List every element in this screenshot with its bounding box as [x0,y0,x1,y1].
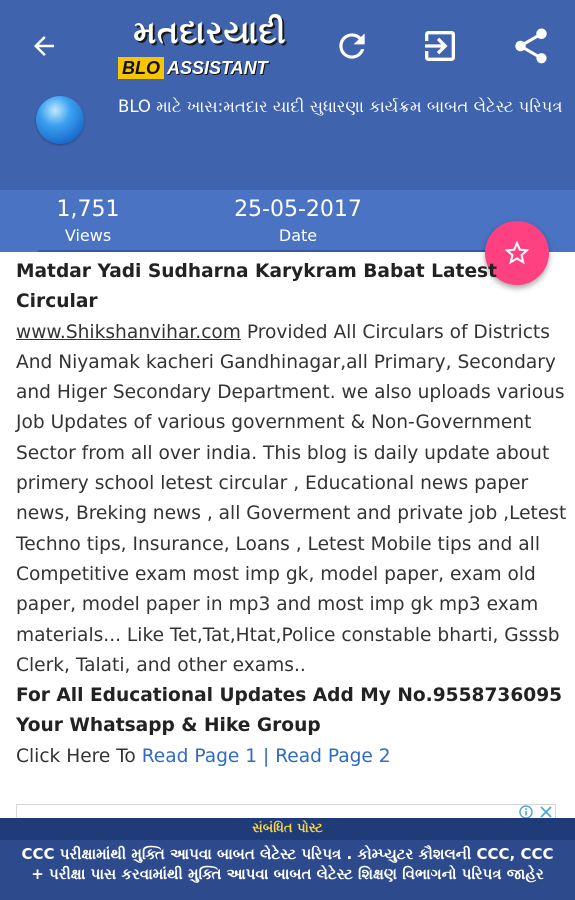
article-body: www.Shikshanvihar.com Provided All Circu… [16,318,568,682]
stats-divider [38,250,543,252]
ad-close-icon[interactable] [539,805,553,819]
exit-icon [425,31,455,61]
article-body-text: Provided All Circulars of Districts And … [16,321,567,676]
logo-assistant: ASSISTANT [167,57,268,78]
post-title: BLO માટે ખાસ:મતદાર યાદી સુધારણા કાર્યક્ર… [118,97,563,116]
share-button[interactable] [508,22,554,70]
back-button[interactable] [22,26,66,66]
link-separator: | [257,745,276,767]
refresh-button[interactable] [330,24,374,68]
post-bullet-icon [36,96,84,144]
article-content: Matdar Yadi Sudharna Karykram Babat Late… [16,257,568,772]
ad-info-icon[interactable] [519,805,533,819]
related-post-item[interactable]: CCC પરીક્ષામાંથી મુક્તિ આપવા બાબત લેટેસ્… [20,844,555,884]
views-count: 1,751 [56,197,120,222]
article-heading: Matdar Yadi Sudharna Karykram Babat Late… [16,261,498,313]
promo-text: For All Educational Updates Add My No.95… [16,685,563,737]
read-page-2-link[interactable]: Read Page 2 [275,746,390,767]
related-posts-header: સંબંધિત પોસ્ટ [0,818,575,840]
read-links: Click Here To Read Page 1 | Read Page 2 [16,742,568,772]
back-arrow-icon [34,36,54,56]
views-label: Views [64,226,112,245]
share-icon [515,28,547,64]
logo-title: મતદારયાદી [133,13,287,51]
click-prefix: Click Here To [16,745,142,767]
date-stat: 25-05-2017 Date [218,196,378,248]
date-value: 25-05-2017 [234,197,362,222]
exit-button[interactable] [416,24,464,68]
refresh-icon [339,33,365,59]
views-stat: 1,751 Views [36,196,140,248]
logo-subtitle: BLO ASSISTANT [118,56,302,80]
read-page-1-link[interactable]: Read Page 1 [142,746,257,767]
logo-blo: BLO [118,57,164,79]
app-logo: મતદારયાદી BLO ASSISTANT [118,12,302,80]
related-posts-bar[interactable]: સંબંધિત પોસ્ટ CCC પરીક્ષામાંથી મુક્તિ આપ… [0,818,575,900]
date-label: Date [278,226,318,245]
site-link[interactable]: www.Shikshanvihar.com [16,322,241,343]
